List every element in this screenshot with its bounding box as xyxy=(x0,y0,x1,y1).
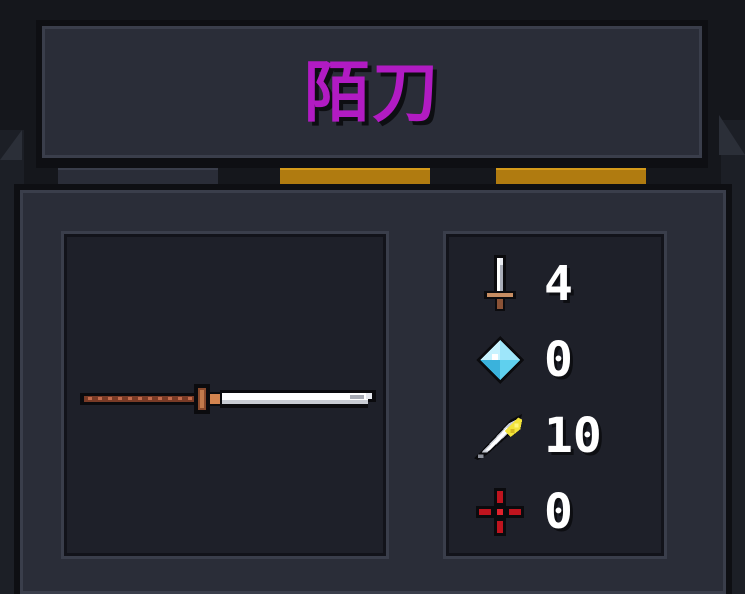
accuracy-crosshair-icon xyxy=(472,484,528,540)
weapon-stats-panel: 4 0 10 0 xyxy=(446,234,664,556)
weapon-detail-inner: 4 0 10 0 xyxy=(20,190,726,594)
stat-value-damage: 4 xyxy=(544,256,573,312)
stat-row-damage: 4 xyxy=(472,254,573,314)
stat-row-accuracy: 0 xyxy=(472,482,573,542)
weapon-detail-panel: 4 0 10 0 xyxy=(14,184,732,594)
weapon-title-panel: 陌刀 xyxy=(36,20,708,168)
stat-value-energy: 0 xyxy=(544,332,573,388)
left-frame-cap xyxy=(0,130,22,160)
weapon-title-inner: 陌刀 xyxy=(42,26,702,158)
sword-icon xyxy=(472,255,528,312)
stat-value-accuracy: 0 xyxy=(544,484,573,540)
stat-row-energy: 0 xyxy=(472,330,573,390)
energy-crystal-icon xyxy=(472,332,528,388)
weapon-info-screen: 陌刀 4 0 10 0 xyxy=(0,0,745,594)
weapon-name: 陌刀 xyxy=(304,54,440,131)
stat-value-critical: 10 xyxy=(544,408,602,464)
katana-icon xyxy=(80,384,376,414)
weapon-preview-slot xyxy=(64,234,386,556)
right-frame-cap xyxy=(719,115,745,155)
critical-feather-icon xyxy=(472,408,528,464)
stat-row-critical: 10 xyxy=(472,406,602,466)
